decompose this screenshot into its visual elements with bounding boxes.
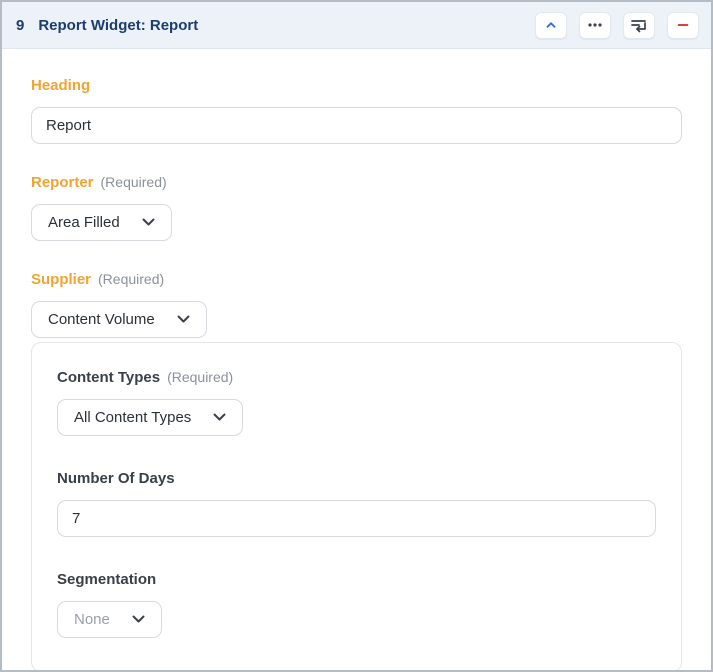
chevron-down-icon bbox=[213, 409, 226, 426]
minus-icon bbox=[676, 18, 690, 32]
more-options-button[interactable] bbox=[579, 11, 611, 39]
supplier-select[interactable]: Content Volume bbox=[31, 301, 207, 338]
heading-field-group: Heading bbox=[31, 77, 682, 144]
supplier-select-value: Content Volume bbox=[48, 311, 155, 328]
segmentation-select[interactable]: None bbox=[57, 601, 162, 638]
widget-index: 9 bbox=[16, 16, 25, 34]
collapse-button[interactable] bbox=[535, 11, 567, 39]
reporter-label: Reporter (Required) bbox=[31, 174, 167, 191]
move-widget-button[interactable] bbox=[623, 11, 655, 39]
chevron-down-icon bbox=[177, 311, 190, 328]
widget-title: Report Widget: Report bbox=[38, 16, 199, 34]
content-types-required-note: (Required) bbox=[167, 369, 234, 385]
content-types-field-group: Content Types (Required) All Content Typ… bbox=[57, 369, 656, 436]
segmentation-label: Segmentation bbox=[57, 571, 157, 588]
header-actions bbox=[535, 11, 699, 39]
widget-body: Heading Reporter (Required) Area Filled bbox=[2, 49, 711, 670]
number-of-days-label: Number Of Days bbox=[57, 470, 175, 487]
chevron-down-icon bbox=[142, 214, 155, 231]
chevron-down-icon bbox=[132, 611, 145, 628]
widget-header: 9 Report Widget: Report bbox=[2, 2, 711, 49]
report-widget-panel: 9 Report Widget: Report Heading Report R… bbox=[0, 0, 713, 672]
number-of-days-input[interactable] bbox=[57, 500, 656, 537]
move-to-list-icon bbox=[630, 17, 648, 33]
heading-input[interactable] bbox=[31, 107, 682, 144]
supplier-required-note: (Required) bbox=[98, 271, 165, 287]
reporter-field-group: Reporter (Required) Area Filled bbox=[31, 174, 682, 241]
segmentation-field-group: Segmentation None bbox=[57, 571, 656, 638]
remove-widget-button[interactable] bbox=[667, 11, 699, 39]
segmentation-select-value: None bbox=[74, 611, 110, 628]
number-of-days-field-group: Number Of Days bbox=[57, 470, 656, 537]
chevron-up-icon bbox=[544, 18, 558, 32]
reporter-select-value: Area Filled bbox=[48, 214, 120, 231]
content-types-select[interactable]: All Content Types bbox=[57, 399, 244, 436]
heading-label: Heading bbox=[31, 77, 91, 94]
supplier-field-group: Supplier (Required) Content Volume Conte… bbox=[31, 271, 682, 670]
reporter-required-note: (Required) bbox=[100, 174, 167, 190]
ellipsis-icon bbox=[587, 18, 603, 32]
content-types-select-value: All Content Types bbox=[74, 409, 192, 426]
reporter-select[interactable]: Area Filled bbox=[31, 204, 172, 241]
supplier-settings-panel: Content Types (Required) All Content Typ… bbox=[31, 342, 682, 670]
supplier-label: Supplier (Required) bbox=[31, 271, 165, 288]
content-types-label: Content Types (Required) bbox=[57, 369, 234, 386]
